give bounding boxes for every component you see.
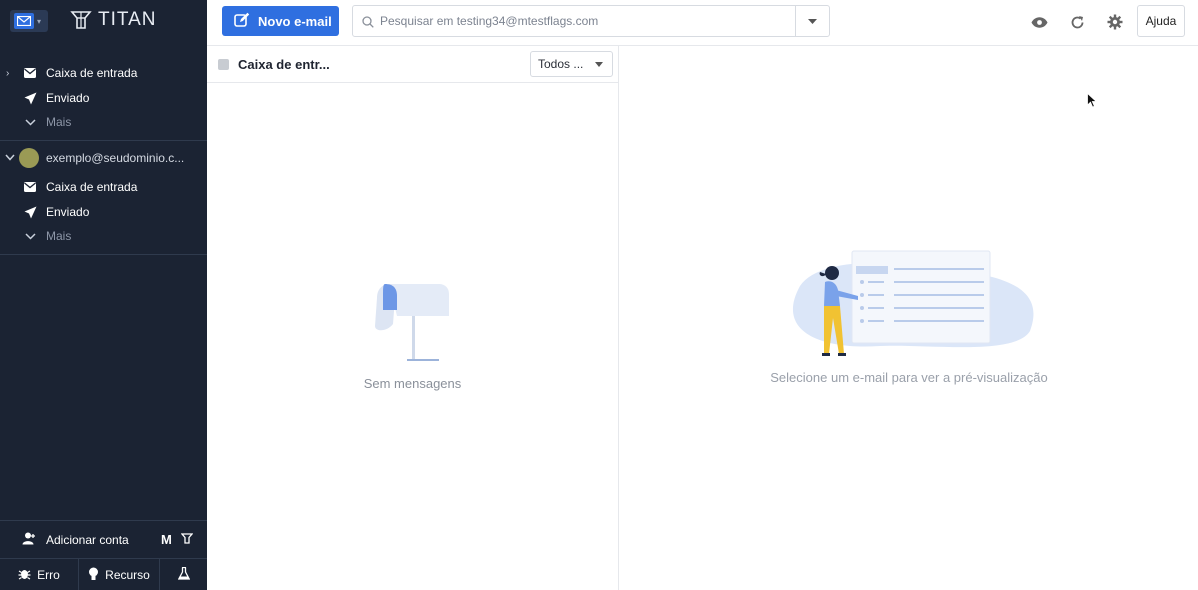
brand-logo: TITAN — [70, 9, 156, 31]
feature-request-button[interactable]: Recurso — [79, 559, 160, 590]
brand-name: TITAN — [98, 9, 157, 30]
sidebar-footer: Adicionar conta M Erro Recurso — [0, 520, 207, 590]
chevron-down-icon[interactable] — [5, 152, 15, 164]
empty-preview-message: Selecione um e-mail para ver a pré-visua… — [770, 370, 1048, 385]
search-icon — [362, 15, 374, 28]
search-bar[interactable] — [352, 5, 830, 37]
inbox-icon — [23, 66, 37, 80]
sidebar-item-label: Enviado — [46, 205, 90, 219]
report-bug-button[interactable]: Erro — [0, 559, 79, 590]
add-account-button[interactable]: Adicionar conta M — [0, 520, 207, 558]
filter-label: Todos ... — [538, 57, 584, 71]
caret-down-icon — [808, 18, 817, 24]
avatar — [19, 148, 39, 168]
sidebar-item-label: Mais — [46, 229, 72, 243]
folder-title: Caixa de entr... — [238, 57, 330, 72]
empty-mailbox-illustration — [375, 284, 449, 361]
empty-list-message: Sem mensagens — [363, 376, 462, 391]
sidebar-item-sent[interactable]: Enviado — [0, 200, 207, 224]
search-input[interactable] — [380, 14, 800, 28]
inbox-icon — [23, 180, 37, 194]
sidebar-item-label: Mais — [46, 115, 72, 129]
bug-icon — [18, 567, 31, 583]
divider — [0, 254, 207, 255]
chevron-down-icon — [23, 115, 37, 129]
flask-icon — [177, 566, 190, 583]
eye-icon[interactable] — [1030, 13, 1048, 31]
gmail-icon[interactable]: M — [161, 532, 172, 547]
gear-icon[interactable] — [1106, 13, 1124, 31]
titan-icon[interactable] — [180, 532, 194, 547]
sidebar-item-label: Caixa de entrada — [46, 66, 138, 80]
compose-button[interactable]: Novo e-mail — [222, 6, 339, 36]
caret-down-icon — [595, 62, 603, 67]
sidebar-item-inbox[interactable]: Caixa de entrada — [0, 175, 207, 199]
sidebar-item-sent[interactable]: Enviado — [0, 86, 207, 110]
refresh-icon[interactable] — [1068, 13, 1086, 31]
select-all-checkbox[interactable] — [218, 59, 229, 70]
preview-illustration — [792, 250, 1034, 356]
sidebar-item-more[interactable]: Mais — [0, 110, 207, 134]
app-root: ▾ TITAN › Caixa de entrada Enviado Mais … — [0, 0, 1198, 590]
sidebar-item-inbox[interactable]: › Caixa de entrada — [0, 61, 207, 85]
footer-actions: Erro Recurso — [0, 558, 207, 590]
preview-pane: Selecione um e-mail para ver a pré-visua… — [620, 46, 1198, 590]
chevron-down-icon: ▾ — [37, 16, 42, 26]
sidebar-header: ▾ TITAN — [0, 0, 207, 44]
top-toolbar: Novo e-mail Ajuda — [207, 0, 1198, 46]
sidebar-item-label: Enviado — [46, 91, 90, 105]
account-row[interactable]: exemplo@seudominio.c... — [0, 146, 207, 170]
filter-dropdown[interactable]: Todos ... — [530, 51, 613, 77]
divider — [0, 140, 207, 141]
app-switcher[interactable]: ▾ — [10, 10, 48, 32]
list-header: Caixa de entr... Todos ... — [207, 46, 618, 83]
sidebar-item-label: Caixa de entrada — [46, 180, 138, 194]
add-account-label: Adicionar conta — [46, 532, 129, 547]
report-bug-label: Erro — [37, 568, 60, 582]
mouse-cursor-icon — [1087, 93, 1097, 108]
chevron-right-icon[interactable]: › — [6, 68, 16, 79]
chevron-down-icon — [23, 229, 37, 243]
compose-icon — [234, 12, 250, 31]
send-icon — [23, 205, 37, 219]
search-options-button[interactable] — [795, 6, 829, 36]
help-button[interactable]: Ajuda — [1137, 5, 1185, 37]
account-email: exemplo@seudominio.c... — [46, 151, 185, 165]
message-list-pane: Caixa de entr... Todos ... Sem mensagens — [207, 46, 619, 590]
send-icon — [23, 91, 37, 105]
compose-label: Novo e-mail — [258, 13, 332, 29]
titan-logo-icon — [70, 11, 92, 29]
mail-icon — [14, 13, 34, 29]
sidebar-item-more[interactable]: Mais — [0, 224, 207, 248]
feature-request-label: Recurso — [105, 568, 150, 582]
labs-button[interactable] — [160, 559, 207, 590]
add-user-icon — [22, 532, 36, 548]
lightbulb-icon — [88, 567, 99, 584]
sidebar: ▾ TITAN › Caixa de entrada Enviado Mais … — [0, 0, 207, 590]
